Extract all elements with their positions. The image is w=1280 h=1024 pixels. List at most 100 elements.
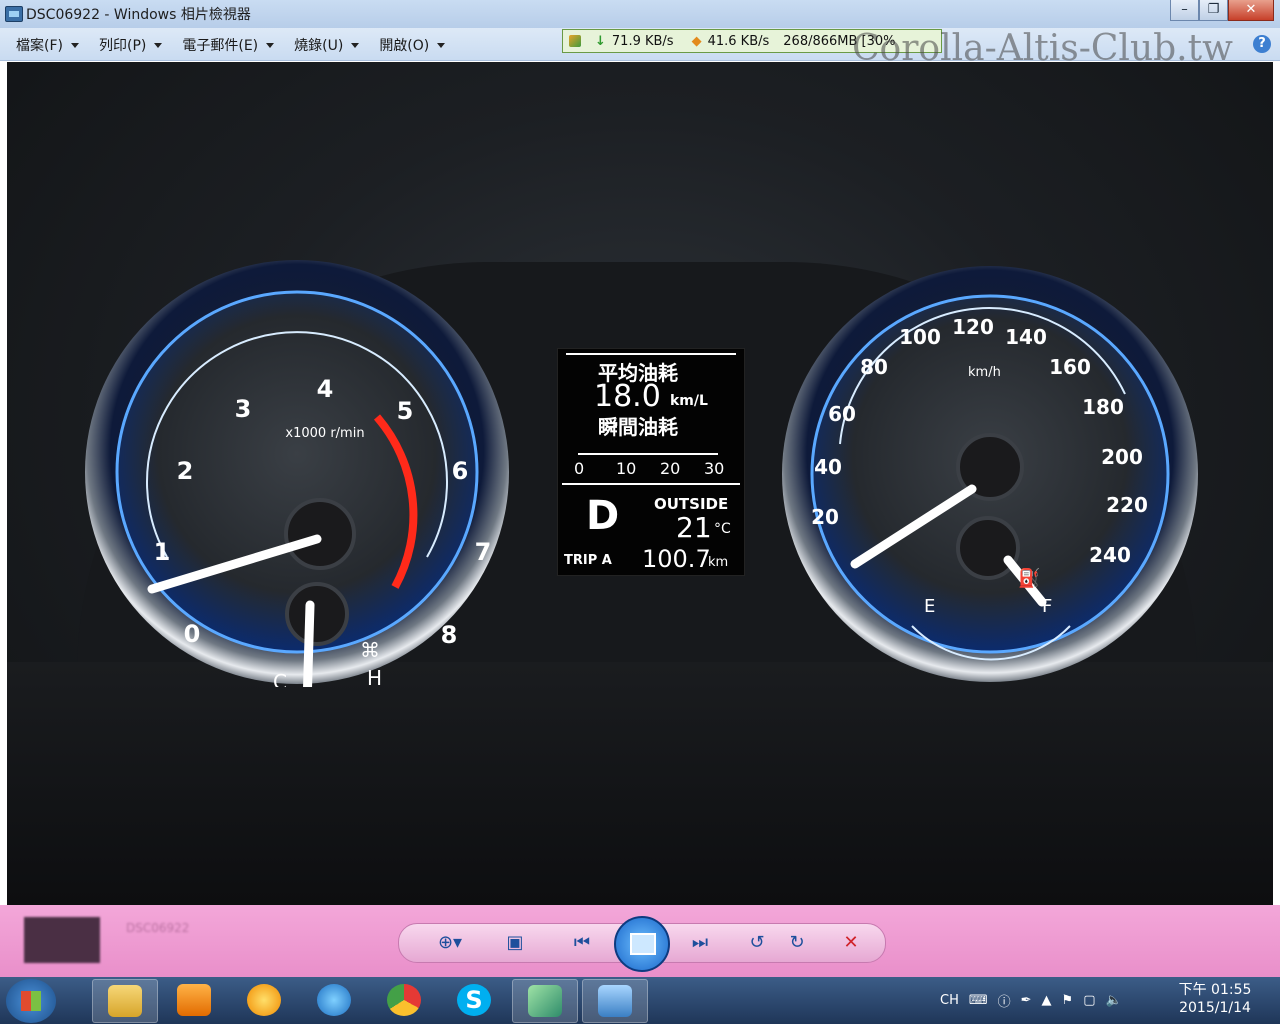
taskbar-chrome[interactable] bbox=[372, 979, 436, 1021]
temp-cold-label: C bbox=[273, 670, 287, 687]
speed-tick-220: 220 bbox=[1106, 493, 1148, 517]
previous-button[interactable]: ⏮ bbox=[562, 929, 602, 957]
weather-icon bbox=[247, 984, 281, 1016]
tach-tick-5: 5 bbox=[397, 397, 414, 425]
menu-email[interactable]: 電子郵件(E) bbox=[172, 35, 284, 55]
editor-icon bbox=[528, 985, 562, 1017]
instant-fuel-label: 瞬間油耗 bbox=[598, 415, 678, 439]
rotate-ccw-button[interactable]: ↺ bbox=[742, 929, 772, 957]
network-icon[interactable]: ▢ bbox=[1083, 993, 1095, 1008]
tach-tick-2: 2 bbox=[177, 457, 194, 485]
info-filename: DSC06922 bbox=[126, 921, 190, 935]
volume-icon[interactable]: 🔈 bbox=[1106, 993, 1122, 1008]
show-hidden-icons[interactable]: ▲ bbox=[1042, 993, 1052, 1008]
temp-needle bbox=[303, 600, 315, 687]
fuel-pump-icon: ⛽ bbox=[1018, 567, 1040, 589]
menu-open[interactable]: 開啟(O) bbox=[369, 35, 455, 55]
fit-window-button[interactable]: ▣ bbox=[500, 929, 530, 957]
speedometer: km/h 20 40 60 80 100 120 140 160 180 200… bbox=[782, 266, 1198, 682]
taskbar-photo-viewer[interactable] bbox=[582, 979, 648, 1023]
taskbar-weather[interactable] bbox=[232, 979, 296, 1021]
taskbar-explorer[interactable] bbox=[92, 979, 158, 1023]
media-player-icon bbox=[177, 984, 211, 1016]
download-speed: 71.9 KB/s bbox=[611, 33, 674, 49]
speed-tick-100: 100 bbox=[899, 325, 941, 349]
taskbar-media-player[interactable] bbox=[162, 979, 226, 1021]
chevron-down-icon bbox=[437, 42, 446, 48]
trip-value: 100.7 bbox=[642, 545, 711, 573]
language-indicator[interactable]: CH bbox=[940, 993, 959, 1008]
speed-tick-200: 200 bbox=[1101, 445, 1143, 469]
avg-fuel-value: 18.0 bbox=[594, 379, 661, 414]
help-button[interactable]: ? bbox=[1253, 35, 1271, 53]
menu-burn[interactable]: 燒錄(U) bbox=[284, 35, 369, 55]
viewer-toolbar: DSC06922 ⊕▾ ▣ ⏮ ⏭ ↺ ↻ ✕ bbox=[0, 905, 1280, 977]
scale-30: 30 bbox=[704, 459, 725, 478]
action-center-icon[interactable]: ⚑ bbox=[1062, 993, 1074, 1008]
rotate-cw-button[interactable]: ↻ bbox=[782, 929, 812, 957]
next-button[interactable]: ⏭ bbox=[680, 929, 720, 957]
photo-canvas: x1000 r/min 0 1 2 3 4 5 6 7 8 C H ⌘ 平均油耗… bbox=[7, 62, 1273, 905]
tach-tick-8: 8 bbox=[441, 621, 458, 649]
tachometer: x1000 r/min 0 1 2 3 4 5 6 7 8 C H ⌘ bbox=[85, 260, 509, 687]
close-button[interactable]: ✕ bbox=[1228, 0, 1274, 21]
fuel-empty-label: E bbox=[924, 596, 935, 617]
chrome-icon bbox=[387, 984, 421, 1016]
clock-date: 2015/1/14 bbox=[1179, 1000, 1251, 1016]
delete-button[interactable]: ✕ bbox=[836, 929, 866, 957]
help-tray-icon[interactable]: ⓘ bbox=[998, 991, 1011, 1010]
tach-tick-6: 6 bbox=[452, 457, 469, 485]
speed-tick-80: 80 bbox=[860, 355, 888, 379]
keyboard-icon[interactable]: ⌨ bbox=[969, 993, 988, 1008]
temp-unit: °C bbox=[714, 521, 731, 537]
slideshow-button[interactable] bbox=[614, 916, 670, 972]
speed-tick-20: 20 bbox=[811, 505, 839, 529]
taskbar-internet-explorer[interactable] bbox=[302, 979, 366, 1021]
fuel-full-label: F bbox=[1042, 596, 1052, 617]
upload-speed: 41.6 KB/s bbox=[707, 33, 770, 49]
restore-button[interactable]: ❐ bbox=[1199, 0, 1228, 21]
photo-viewer-icon bbox=[598, 985, 632, 1017]
speed-unit-label: km/h bbox=[968, 365, 1001, 380]
clock-time: 下午 01:55 bbox=[1178, 982, 1252, 998]
minimize-button[interactable]: – bbox=[1170, 0, 1199, 21]
title-bar: DSC06922 - Windows 相片檢視器 – ❐ ✕ bbox=[0, 0, 1280, 28]
window-controls: – ❐ ✕ bbox=[1170, 0, 1274, 22]
tach-tick-3: 3 bbox=[235, 395, 252, 423]
zoom-button[interactable]: ⊕▾ bbox=[430, 929, 470, 957]
network-app-icon bbox=[569, 35, 581, 47]
gear-indicator: D bbox=[586, 493, 620, 539]
download-arrow-icon: ↓ bbox=[595, 33, 606, 49]
multi-info-display: 平均油耗 18.0 km/L 瞬間油耗 0 10 20 30 D OUTSIDE… bbox=[557, 348, 745, 576]
speed-tick-40: 40 bbox=[814, 455, 842, 479]
tach-unit-label: x1000 r/min bbox=[285, 426, 364, 441]
photo-viewer-app-icon bbox=[5, 6, 23, 22]
upload-diamond-icon: ◆ bbox=[691, 33, 702, 49]
pen-icon[interactable]: ✒ bbox=[1021, 993, 1032, 1008]
tach-tick-4: 4 bbox=[317, 375, 334, 403]
clock[interactable]: 下午 01:55 2015/1/14 bbox=[1170, 981, 1260, 1017]
temp-hot-label: H bbox=[367, 666, 382, 687]
info-thumbnail bbox=[24, 917, 100, 963]
fuel-scale-bar bbox=[578, 453, 718, 455]
start-button[interactable] bbox=[6, 979, 56, 1023]
menu-file[interactable]: 檔案(F) bbox=[6, 35, 89, 55]
skype-icon: S bbox=[457, 984, 491, 1016]
trip-label: TRIP A bbox=[564, 553, 612, 568]
menu-list: 檔案(F) 列印(P) 電子郵件(E) 燒錄(U) 開啟(O) bbox=[6, 35, 455, 55]
chevron-down-icon bbox=[266, 42, 275, 48]
system-tray: CH ⌨ ⓘ ✒ ▲ ⚑ ▢ 🔈 bbox=[940, 977, 1122, 1024]
trip-unit: km bbox=[708, 555, 729, 570]
chevron-down-icon bbox=[70, 42, 79, 48]
avg-fuel-unit: km/L bbox=[670, 393, 708, 409]
menu-print[interactable]: 列印(P) bbox=[89, 35, 172, 55]
chevron-down-icon bbox=[351, 42, 360, 48]
taskbar-editor[interactable] bbox=[512, 979, 578, 1023]
scale-10: 10 bbox=[616, 459, 637, 478]
dashboard-lower-panel bbox=[7, 662, 1273, 905]
taskbar: S CH ⌨ ⓘ ✒ ▲ ⚑ ▢ 🔈 下午 01:55 2015/1/14 bbox=[0, 977, 1280, 1024]
taskbar-skype[interactable]: S bbox=[442, 979, 506, 1021]
internet-explorer-icon bbox=[317, 984, 351, 1016]
chevron-down-icon bbox=[154, 42, 163, 48]
speed-tick-240: 240 bbox=[1089, 543, 1131, 567]
